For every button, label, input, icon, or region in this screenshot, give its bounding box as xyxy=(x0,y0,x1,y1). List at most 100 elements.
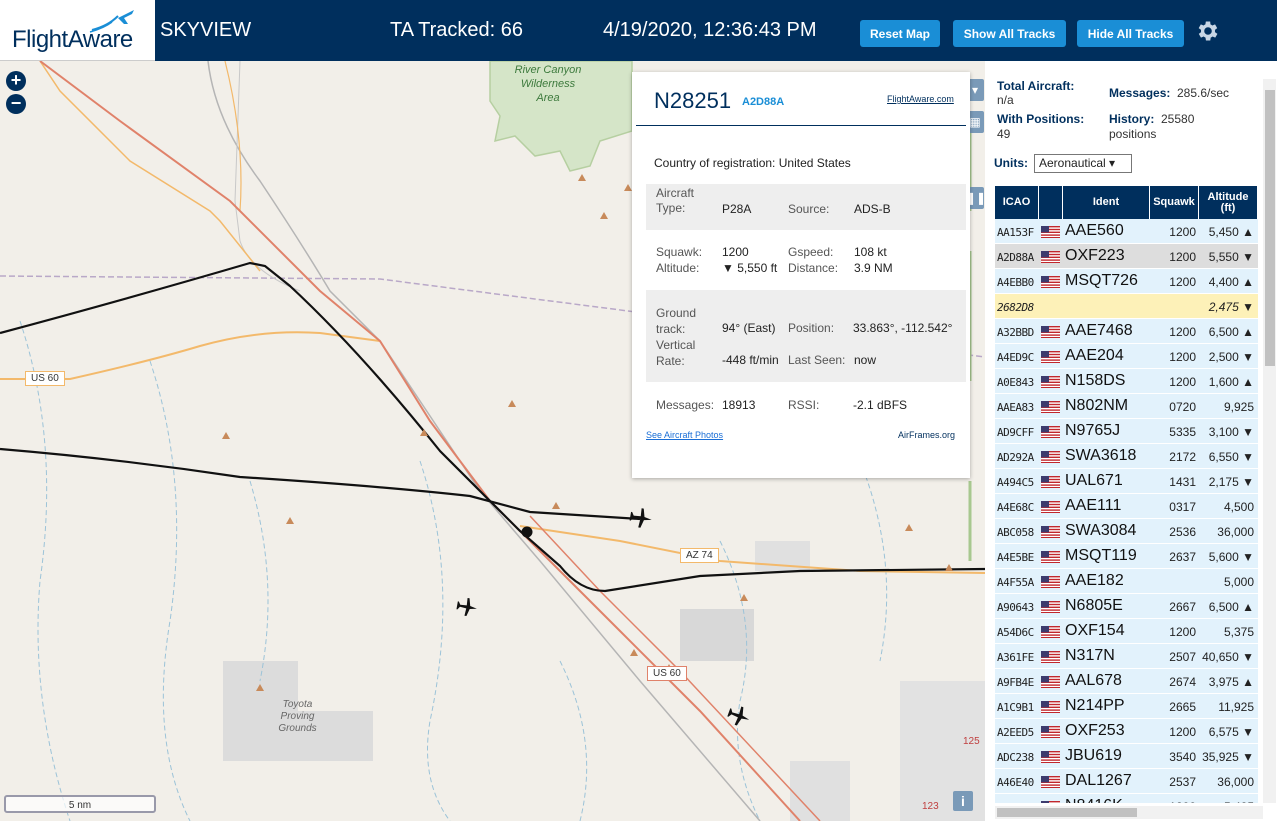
table-row[interactable]: A4E68C AAE111 0317 4,500 xyxy=(995,494,1258,519)
row-icao: A54D6C xyxy=(997,626,1034,639)
us-flag-icon xyxy=(1041,650,1060,663)
row-ident: AAE204 xyxy=(1065,347,1124,364)
col-altitude[interactable]: Altitude (ft) xyxy=(1199,186,1258,219)
horizontal-scroll-thumb[interactable] xyxy=(997,808,1137,817)
units-select[interactable]: Aeronautical ▾ xyxy=(1034,154,1132,173)
row-ident: MSQT726 xyxy=(1065,272,1138,289)
messages-value: 285.6/sec xyxy=(1177,86,1230,100)
table-row[interactable]: A4E5BE MSQT119 2637 5,600 ▼ xyxy=(995,544,1258,569)
row-altitude: 2,175 ▼ xyxy=(1208,475,1254,489)
total-aircraft-value: n/a xyxy=(997,93,1014,107)
zoom-in-button[interactable]: + xyxy=(6,71,26,91)
table-row[interactable]: A54D6C OXF154 1200 5,375 xyxy=(995,619,1258,644)
row-ident: JBU619 xyxy=(1065,747,1122,764)
us-flag-icon xyxy=(1041,325,1060,338)
us-flag-icon xyxy=(1041,250,1060,263)
table-row[interactable]: A1C9B1 N214PP 2665 11,925 xyxy=(995,694,1258,719)
table-row[interactable]: AD292A SWA3618 2172 6,550 ▼ xyxy=(995,444,1258,469)
col-ident[interactable]: Ident xyxy=(1063,186,1150,219)
us-flag-icon xyxy=(1041,700,1060,713)
col-icao[interactable]: ICAO xyxy=(995,186,1039,219)
table-row[interactable]: A4ED9C AAE204 1200 2,500 ▼ xyxy=(995,344,1258,369)
row-icao: AB86C4 xyxy=(997,801,1034,803)
us-flag-icon xyxy=(1041,425,1060,438)
table-row[interactable]: AA153F AAE560 1200 5,450 ▲ xyxy=(995,219,1258,244)
aircraft-list-panel: Total Aircraft: n/a Messages: 285.6/sec … xyxy=(985,61,1277,821)
table-row[interactable]: 2682D8 2,475 ▼ xyxy=(995,294,1258,319)
table-row[interactable]: A32BBD AAE7468 1200 6,500 ▲ xyxy=(995,319,1258,344)
messages-section: Messages: 18913 RSSI: -2.1 dBFS xyxy=(656,398,908,412)
table-row[interactable]: AD9CFF N9765J 5335 3,100 ▼ xyxy=(995,419,1258,444)
row-icao: A46E40 xyxy=(997,776,1034,789)
table-row[interactable]: ADC238 JBU619 3540 35,925 ▼ xyxy=(995,744,1258,769)
aircraft-icon[interactable] xyxy=(628,505,654,531)
row-icao: ADC238 xyxy=(997,751,1034,764)
us60-shield-east: US 60 xyxy=(647,666,687,681)
row-ident: OXF253 xyxy=(1065,722,1125,739)
table-row[interactable]: A46E40 DAL1267 2537 36,000 xyxy=(995,769,1258,794)
table-row[interactable]: AAEA83 N802NM 0720 9,925 xyxy=(995,394,1258,419)
reset-map-button[interactable]: Reset Map xyxy=(860,20,940,47)
header: FlightAware SKYVIEW TA Tracked: 66 4/19/… xyxy=(0,0,1277,61)
aircraft-icon[interactable] xyxy=(455,595,479,619)
row-ident: UAL671 xyxy=(1065,472,1123,489)
us-flag-icon xyxy=(1041,225,1060,238)
messages-label: Messages: xyxy=(1109,86,1171,100)
show-all-tracks-button[interactable]: Show All Tracks xyxy=(953,20,1066,47)
row-squawk: 0720 xyxy=(1169,400,1196,414)
aircraft-icon[interactable] xyxy=(726,703,752,729)
row-altitude: 2,475 ▼ xyxy=(1208,300,1254,314)
col-flag[interactable] xyxy=(1039,186,1063,219)
units-label: Units: xyxy=(994,156,1028,170)
row-squawk: 5335 xyxy=(1169,425,1196,439)
table-row[interactable]: A2D88A OXF223 1200 5,550 ▼ xyxy=(995,244,1258,269)
table-row[interactable]: A4EBB0 MSQT726 1200 4,400 ▲ xyxy=(995,269,1258,294)
track-section: Ground track: 94° (East) Position: 33.86… xyxy=(646,290,966,382)
row-icao: A4EBB0 xyxy=(997,276,1034,289)
row-ident: DAL1267 xyxy=(1065,772,1132,789)
table-row[interactable]: A2EED5 OXF253 1200 6,575 ▼ xyxy=(995,719,1258,744)
row-icao: A2D88A xyxy=(997,251,1034,264)
us-flag-icon xyxy=(1041,600,1060,613)
table-row[interactable]: A4F55A AAE182 5,000 xyxy=(995,569,1258,594)
row-squawk: 1200 xyxy=(1169,625,1196,639)
row-icao: 2682D8 xyxy=(997,301,1034,314)
row-icao: ABC058 xyxy=(997,526,1034,539)
divider xyxy=(636,125,966,126)
table-row[interactable]: A361FE N317N 2507 40,650 ▼ xyxy=(995,644,1258,669)
table-row[interactable]: A494C5 UAL671 1431 2,175 ▼ xyxy=(995,469,1258,494)
table-row[interactable]: A90643 N6805E 2667 6,500 ▲ xyxy=(995,594,1258,619)
vertical-scroll-thumb[interactable] xyxy=(1265,90,1275,366)
row-squawk: 1200 xyxy=(1169,250,1196,264)
with-positions-label: With Positions: xyxy=(997,112,1085,126)
airframes-link[interactable]: AirFrames.org xyxy=(898,430,955,440)
flightaware-link[interactable]: FlightAware.com xyxy=(887,94,954,104)
us-flag-icon xyxy=(1041,775,1060,788)
table-row[interactable]: AB86C4 N8416K 12005,425 xyxy=(995,794,1258,803)
row-squawk: 1200 xyxy=(1169,275,1196,289)
info-icon[interactable]: i xyxy=(953,791,973,811)
hide-all-tracks-button[interactable]: Hide All Tracks xyxy=(1077,20,1184,47)
see-aircraft-photos-link[interactable]: See Aircraft Photos xyxy=(646,430,723,440)
flightaware-logo[interactable]: FlightAware xyxy=(0,0,155,61)
row-ident: AAE7468 xyxy=(1065,322,1133,339)
table-row[interactable]: ABC058 SWA3084 2536 36,000 xyxy=(995,519,1258,544)
us-flag-icon xyxy=(1041,450,1060,463)
table-row[interactable]: A0E843 N158DS 1200 1,600 ▲ xyxy=(995,369,1258,394)
row-icao: A4E5BE xyxy=(997,551,1034,564)
gear-icon[interactable] xyxy=(1195,18,1221,44)
zoom-out-button[interactable]: − xyxy=(6,94,26,114)
app-title: SKYVIEW xyxy=(160,19,252,41)
row-ident: SWA3084 xyxy=(1065,522,1137,539)
row-icao: A4ED9C xyxy=(997,351,1034,364)
row-altitude: 6,575 ▼ xyxy=(1208,725,1254,739)
az74-shield: AZ 74 xyxy=(680,548,719,563)
row-ident: N8416K xyxy=(1065,797,1123,803)
us-flag-icon xyxy=(1041,550,1060,563)
row-squawk: 3540 xyxy=(1169,750,1196,764)
row-altitude: 4,500 xyxy=(1223,500,1254,514)
table-row[interactable]: A9FB4E AAL678 2674 3,975 ▲ xyxy=(995,669,1258,694)
us-flag-icon xyxy=(1041,475,1060,488)
col-squawk[interactable]: Squawk xyxy=(1150,186,1199,219)
row-icao: AA153F xyxy=(997,226,1034,239)
